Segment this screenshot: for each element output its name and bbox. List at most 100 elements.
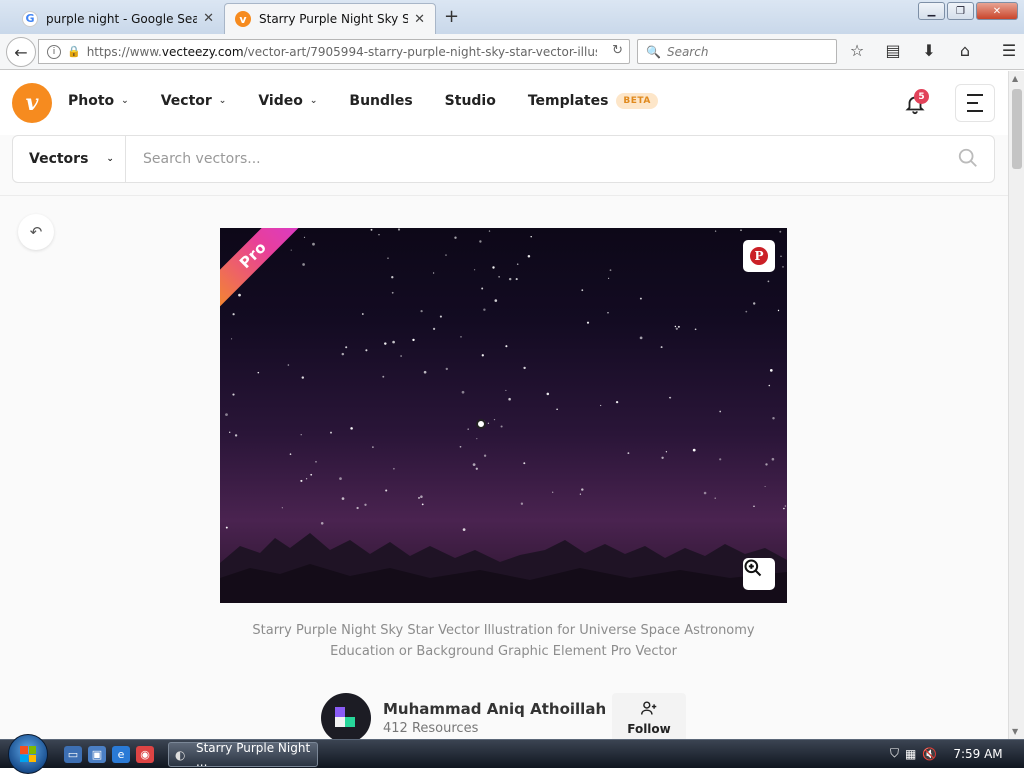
search-type-dropdown[interactable]: Vectors ⌄: [13, 136, 126, 182]
volume-muted-icon[interactable]: 🔇: [922, 747, 937, 761]
back-arrow-button[interactable]: ↶: [18, 214, 54, 250]
scroll-down-icon[interactable]: ▼: [1012, 727, 1018, 736]
menu-icon[interactable]: ☰: [998, 41, 1020, 60]
star: [472, 463, 476, 466]
chrome-icon[interactable]: ◉: [136, 746, 154, 763]
nav-templates[interactable]: Templates BETA: [528, 93, 658, 109]
reload-icon[interactable]: ↻: [612, 43, 623, 58]
zoom-button[interactable]: [743, 558, 775, 590]
network-icon[interactable]: ▦: [905, 747, 916, 761]
site-header: v Photo ⌄ Vector ⌄ Video ⌄ Bundles Studio T…: [0, 71, 1008, 135]
star: [232, 393, 235, 396]
star: [487, 422, 490, 424]
star: [608, 277, 610, 279]
search-icon: 🔍: [646, 44, 661, 59]
star: [454, 236, 457, 239]
pinterest-button[interactable]: P: [743, 240, 775, 272]
star: [312, 242, 315, 246]
minimize-button[interactable]: ▁: [918, 2, 945, 20]
star: [784, 505, 787, 507]
page-viewport: v Photo ⌄ Vector ⌄ Video ⌄ Bundles Studio T…: [0, 71, 1008, 739]
search-icon[interactable]: [957, 147, 979, 169]
nav-studio[interactable]: Studio: [445, 93, 496, 109]
search-vectors-input[interactable]: [143, 147, 923, 171]
back-button[interactable]: ←: [6, 37, 36, 67]
star: [361, 313, 364, 315]
new-tab-button[interactable]: +: [444, 6, 459, 27]
tab-vecteezy[interactable]: v Starry Purple Night Sky Star ✕: [224, 3, 436, 34]
star: [607, 312, 609, 314]
star: [445, 254, 447, 256]
bookmark-star-icon[interactable]: ☆: [846, 41, 868, 60]
star: [330, 431, 332, 434]
page-scrollbar[interactable]: ▲ ▼: [1008, 71, 1024, 739]
star: [257, 371, 260, 374]
close-tab-icon[interactable]: ✕: [203, 11, 214, 26]
tab-google-search[interactable]: G purple night - Google Search ✕: [12, 3, 224, 34]
scrollbar-thumb[interactable]: [1012, 89, 1022, 169]
start-button[interactable]: [8, 734, 48, 774]
star: [703, 491, 707, 495]
notifications-bell-icon[interactable]: 5: [904, 89, 929, 120]
star: [639, 297, 642, 300]
star: [320, 522, 324, 525]
info-icon[interactable]: i: [47, 44, 61, 59]
nav-bundles[interactable]: Bundles: [349, 93, 412, 109]
star: [461, 390, 465, 394]
star: [639, 336, 643, 340]
star: [356, 506, 359, 510]
star: [660, 346, 663, 349]
asset-title: Starry Purple Night Sky Star Vector Illu…: [252, 623, 755, 659]
vecteezy-logo[interactable]: v: [12, 83, 52, 123]
nav-photo[interactable]: Photo ⌄: [68, 93, 129, 109]
download-icon[interactable]: ⬇: [918, 41, 940, 60]
author-info[interactable]: Muhammad Aniq Athoillah 412 Resources: [321, 693, 606, 739]
url-bar[interactable]: i 🔒 https://www.vecteezy.com/vector-art/…: [38, 39, 630, 64]
browser-search-input[interactable]: 🔍 Search: [637, 39, 837, 64]
switch-windows-icon[interactable]: ▣: [88, 746, 106, 763]
star: [694, 328, 697, 331]
hamburger-menu-button[interactable]: [955, 84, 995, 122]
star: [600, 404, 602, 407]
clock[interactable]: 7:59 AM: [953, 747, 1002, 761]
star: [488, 230, 491, 232]
avatar[interactable]: [321, 693, 371, 739]
reading-list-icon[interactable]: ▤: [882, 41, 904, 60]
chevron-down-icon: ⌄: [309, 96, 318, 106]
chevron-down-icon: ⌄: [218, 96, 227, 106]
site-search-bar: Vectors ⌄: [12, 135, 995, 183]
window-controls: ▁ ❐ ✕: [918, 2, 1018, 20]
vector-preview-image[interactable]: Pro P: [220, 228, 787, 603]
star: [392, 340, 395, 344]
follow-button[interactable]: Follow: [612, 693, 686, 739]
star: [779, 230, 782, 233]
nav-video[interactable]: Video ⌄: [258, 93, 317, 109]
main-nav: Photo ⌄ Vector ⌄ Video ⌄ Bundles Studio Tem…: [68, 93, 690, 109]
star: [384, 342, 387, 345]
close-window-button[interactable]: ✕: [976, 2, 1018, 20]
tray-shield-icon[interactable]: ⛉: [890, 746, 899, 761]
home-icon[interactable]: ⌂: [954, 41, 976, 60]
star: [508, 277, 512, 281]
follow-label: Follow: [627, 722, 671, 736]
close-tab-icon[interactable]: ✕: [414, 12, 425, 27]
show-desktop-icon[interactable]: ▭: [64, 746, 82, 763]
nav-vector[interactable]: Vector ⌄: [161, 93, 227, 109]
star: [225, 413, 228, 416]
browser-titlebar: G purple night - Google Search ✕ v Starr…: [0, 0, 1024, 34]
star: [350, 427, 353, 430]
star: [303, 236, 306, 239]
google-icon: G: [22, 10, 38, 27]
star: [305, 478, 308, 480]
star: [385, 489, 388, 492]
maximize-button[interactable]: ❐: [947, 2, 974, 20]
scroll-up-icon[interactable]: ▲: [1012, 74, 1018, 83]
star: [372, 446, 374, 448]
star: [740, 229, 742, 232]
internet-explorer-icon[interactable]: e: [112, 746, 130, 763]
taskbar-window-label: Starry Purple Night ...: [195, 740, 311, 769]
star: [764, 485, 766, 488]
star: [581, 488, 584, 491]
author-name[interactable]: Muhammad Aniq Athoillah: [383, 700, 606, 718]
taskbar-firefox-window[interactable]: ◐ Starry Purple Night ...: [168, 740, 318, 769]
